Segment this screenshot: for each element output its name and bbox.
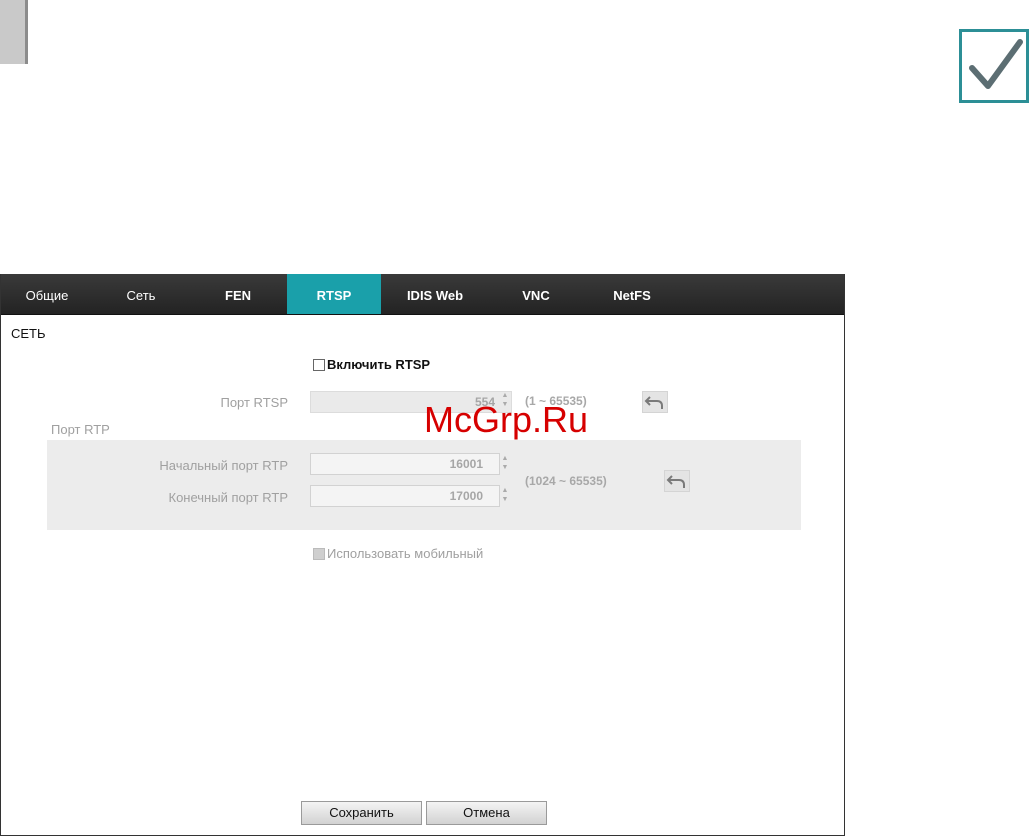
enable-rtsp-label: Включить RTSP — [327, 357, 431, 372]
settings-window: Общие Сеть FEN RTSP IDIS Web VNC NetFS С… — [0, 274, 845, 836]
rtp-start-label: Начальный порт RTP — [159, 458, 288, 473]
rtp-end-label: Конечный порт RTP — [168, 490, 289, 505]
undo-arrow-icon — [666, 475, 685, 488]
tab-network[interactable]: Сеть — [94, 274, 188, 314]
save-button[interactable]: Сохранить — [301, 801, 422, 825]
rtp-port-range: (1024 ~ 65535) — [525, 474, 607, 488]
rtp-start-stepper[interactable]: ▲ ▼ — [500, 454, 510, 472]
rtp-end-input[interactable]: 17000 — [310, 485, 500, 507]
watermark: McGrp.Ru — [424, 399, 589, 440]
tab-fen[interactable]: FEN — [190, 274, 286, 314]
tab-rtsp[interactable]: RTSP — [287, 274, 381, 314]
use-mobile-label: Использовать мобильный — [327, 546, 484, 561]
rtsp-port-reset-button[interactable] — [642, 391, 668, 413]
rtp-port-reset-button[interactable] — [664, 470, 690, 492]
rtp-group-title: Порт RTP — [51, 422, 110, 437]
rtp-end-stepper[interactable]: ▲ ▼ — [500, 486, 510, 504]
rtsp-port-label: Порт RTSP — [220, 395, 288, 410]
cancel-button[interactable]: Отмена — [426, 801, 547, 825]
rtp-start-input[interactable]: 16001 — [310, 453, 500, 475]
tab-general[interactable]: Общие — [1, 274, 93, 314]
checkmark-icon — [959, 29, 1029, 103]
tab-netfs[interactable]: NetFS — [585, 274, 679, 314]
undo-arrow-icon — [644, 396, 663, 409]
use-mobile-checkbox[interactable] — [313, 548, 325, 560]
tab-bar: Общие Сеть FEN RTSP IDIS Web VNC NetFS — [1, 274, 844, 315]
tab-vnc[interactable]: VNC — [489, 274, 583, 314]
page-corner-tab — [0, 0, 28, 64]
enable-rtsp-checkbox[interactable] — [313, 359, 325, 371]
tab-idis-web[interactable]: IDIS Web — [383, 274, 487, 314]
section-title: СЕТЬ — [11, 326, 46, 341]
